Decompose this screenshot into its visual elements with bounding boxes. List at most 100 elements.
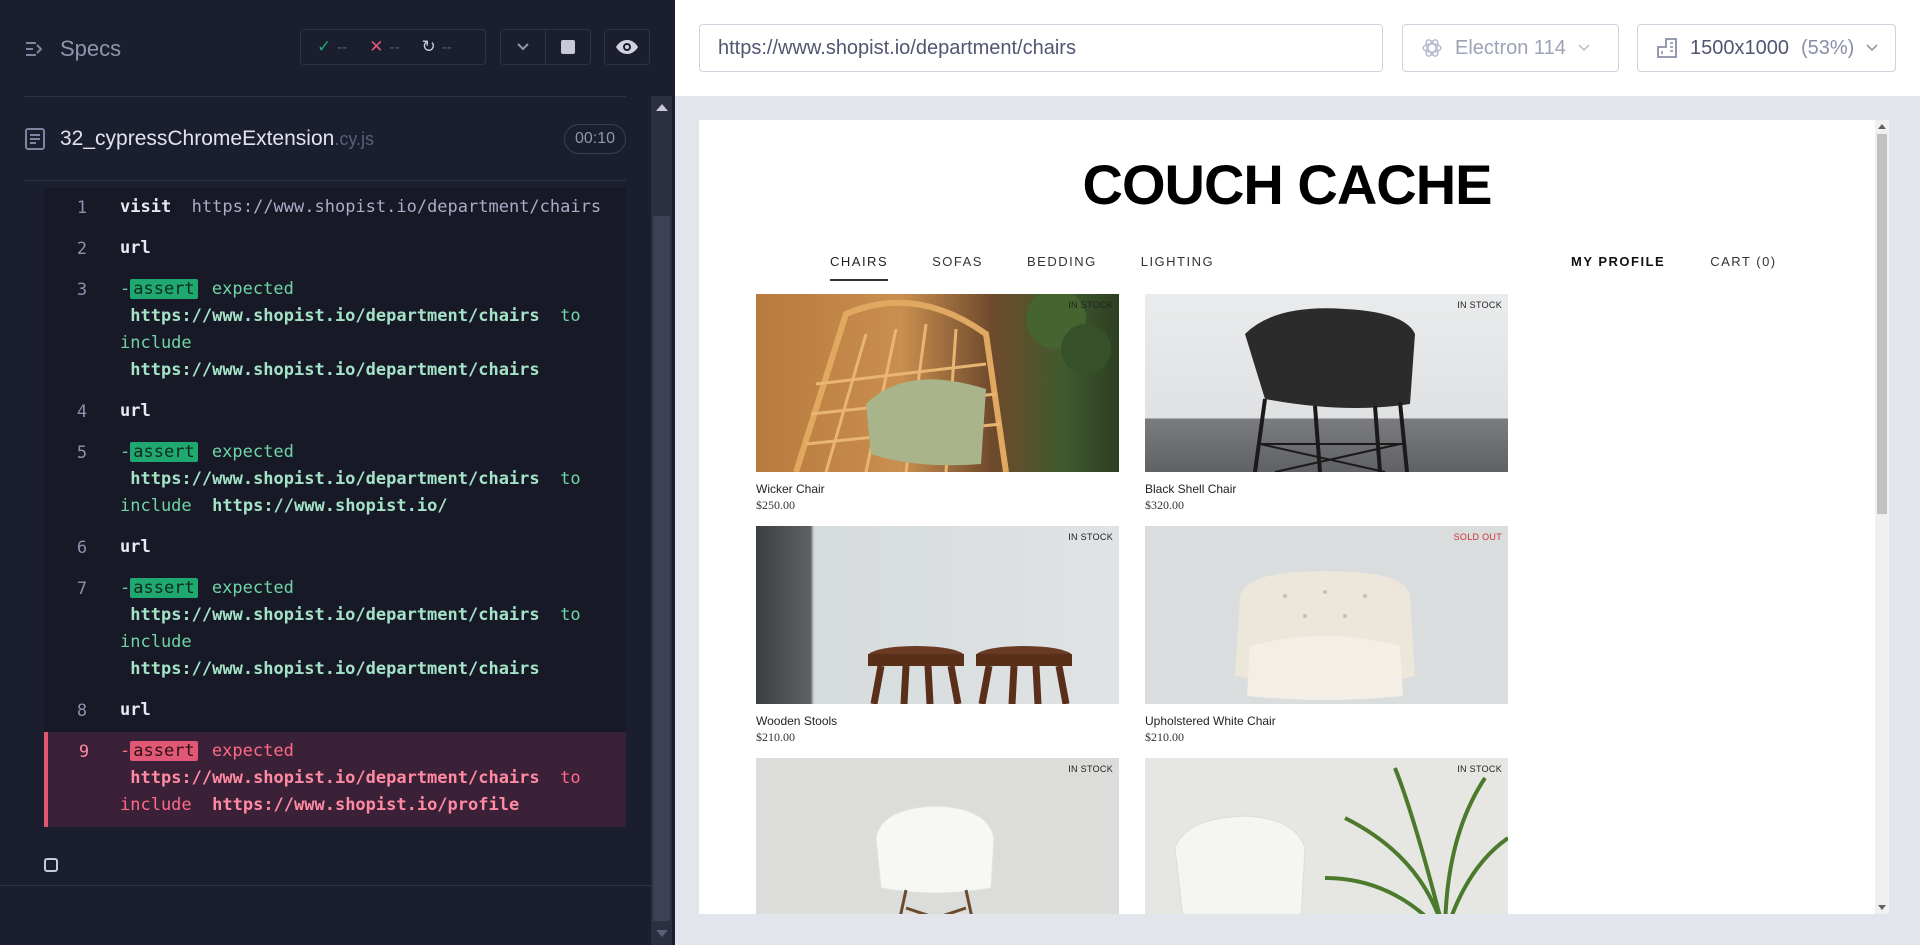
command-number: 9 [78, 742, 90, 762]
command-message: https://www.shopist.io/department/chairs [191, 197, 602, 217]
spec-file-ext: .cy.js [334, 128, 374, 149]
file-icon [25, 128, 45, 150]
scrollbar-thumb[interactable] [653, 216, 670, 921]
product-image[interactable]: IN STOCK [756, 294, 1119, 472]
nav-lighting[interactable]: LIGHTING [1141, 254, 1214, 281]
pending-stat: ↻ -- [421, 37, 452, 56]
command-name: url [120, 238, 151, 258]
divider [24, 96, 626, 97]
electron-icon [1422, 39, 1442, 57]
check-icon: ✓ [317, 37, 332, 56]
checkbox-icon[interactable] [44, 858, 58, 872]
stock-badge: SOLD OUT [1453, 532, 1502, 542]
aut-toolbar: https://www.shopist.io/department/chairs… [675, 0, 1920, 96]
specs-toggle-button[interactable]: Specs [24, 36, 121, 62]
wooden-stools-illustration [868, 646, 1072, 704]
product-image[interactable]: IN STOCK [756, 526, 1119, 704]
command-name: url [120, 700, 151, 720]
command-row[interactable]: 5 - assert expected https://www.shopist.i… [44, 433, 626, 528]
product-image[interactable]: SOLD OUT [1145, 526, 1508, 704]
command-row[interactable]: 4 url [44, 392, 626, 433]
passed-stat: ✓ -- [317, 37, 348, 56]
url-field[interactable]: https://www.shopist.io/department/chairs [699, 24, 1383, 72]
nav-sofas[interactable]: SOFAS [932, 254, 983, 281]
product-name[interactable]: Upholstered White Chair [1145, 714, 1508, 728]
reporter-scrollbar[interactable] [651, 96, 672, 945]
command-number: 3 [76, 280, 88, 300]
nav-bedding[interactable]: BEDDING [1027, 254, 1097, 281]
command-number: 6 [76, 538, 88, 558]
command-name: visit [120, 197, 172, 217]
expand-collapse-button[interactable] [500, 29, 546, 65]
product-name[interactable]: Wicker Chair [756, 482, 1119, 496]
divider [24, 180, 626, 181]
divider [0, 885, 660, 886]
my-profile-link[interactable]: MY PROFILE [1571, 254, 1665, 269]
ruler-icon [1657, 38, 1677, 58]
product-price: $250.00 [756, 498, 795, 512]
command-log: 1 visit https://www.shopist.io/departmen… [44, 188, 626, 827]
product-name[interactable]: Wooden Stools [756, 714, 1119, 728]
browser-selector[interactable]: Electron 114 [1402, 24, 1619, 72]
viewport-scale: (53%) [1800, 36, 1855, 59]
viewport-selector[interactable]: 1500x1000 (53%) [1637, 24, 1896, 72]
duration-badge: 00:10 [563, 124, 626, 154]
product-card[interactable]: SOLD OUT Upholstered White Chair $210.00 [1145, 526, 1508, 745]
account-nav: MY PROFILE CART (0) [1571, 254, 1777, 269]
stock-badge: IN STOCK [1068, 532, 1113, 542]
command-number: 1 [76, 198, 88, 218]
command-row[interactable]: 1 visit https://www.shopist.io/departmen… [44, 188, 626, 229]
stop-button[interactable] [545, 29, 591, 65]
aut-scrollbar[interactable] [1875, 120, 1889, 914]
product-name[interactable]: Black Shell Chair [1145, 482, 1508, 496]
product-image[interactable]: IN STOCK [756, 758, 1119, 914]
aut-panel: https://www.shopist.io/department/chairs… [675, 0, 1920, 945]
scroll-down-icon[interactable] [656, 930, 668, 937]
product-card[interactable]: IN STOCK [1145, 758, 1508, 914]
command-number: 5 [76, 443, 88, 463]
failed-stat: ✕ -- [369, 37, 400, 56]
test-stats: ✓ -- ✕ -- ↻ -- [300, 29, 486, 65]
scrollbar-thumb[interactable] [1877, 134, 1887, 514]
command-row[interactable]: 3 - assert expected https://www.shopist.i… [44, 270, 626, 392]
brand-logo[interactable]: COUCH CACHE [699, 152, 1875, 217]
viewport-size: 1500x1000 [1690, 36, 1789, 59]
stop-icon [561, 40, 575, 54]
command-row-failed[interactable]: 9 - assert expected https://www.shopist.i… [44, 732, 626, 827]
scroll-up-icon[interactable] [656, 104, 668, 111]
product-card[interactable]: IN STOCK Wooden Stools $210.00 [756, 526, 1119, 745]
command-number: 7 [76, 579, 88, 599]
selector-playground-button[interactable] [604, 29, 650, 65]
scroll-down-icon[interactable] [1878, 905, 1886, 910]
command-number: 8 [76, 701, 88, 721]
specs-list-icon [26, 42, 43, 56]
stock-badge: IN STOCK [1457, 764, 1502, 774]
stock-badge: IN STOCK [1068, 300, 1113, 310]
product-price: $210.00 [756, 730, 795, 744]
specs-label: Specs [60, 36, 122, 61]
spec-file-header: 32_cypressChromeExtension .cy.js 00:10 [24, 122, 626, 156]
stock-badge: IN STOCK [1457, 300, 1502, 310]
chevron-down-icon [517, 43, 529, 51]
department-nav: CHAIRS SOFAS BEDDING LIGHTING [830, 254, 1258, 281]
product-card[interactable]: IN STOCK Wicker Chair $250.00 [756, 294, 1119, 513]
product-card[interactable]: IN STOCK [756, 758, 1119, 914]
command-row[interactable]: 8 url [44, 691, 626, 732]
cart-link[interactable]: CART (0) [1710, 254, 1776, 269]
product-image[interactable]: IN STOCK [1145, 758, 1508, 914]
command-name: url [120, 401, 151, 421]
reporter-panel: Specs ✓ -- ✕ -- ↻ -- 32_cypressChromeExtens… [0, 0, 675, 945]
chair-with-plant-illustration [1174, 767, 1508, 914]
scroll-up-icon[interactable] [1878, 124, 1886, 129]
wicker-chair-illustration [793, 294, 1111, 472]
command-row[interactable]: 7 - assert expected https://www.shopist.i… [44, 569, 626, 691]
stock-badge: IN STOCK [1068, 764, 1113, 774]
command-row[interactable]: 2 url [44, 229, 626, 270]
product-card[interactable]: IN STOCK Black Shell Chair $320.00 [1145, 294, 1508, 513]
product-price: $320.00 [1145, 498, 1184, 512]
command-name: url [120, 537, 151, 557]
command-row[interactable]: 6 url [44, 528, 626, 569]
command-number: 4 [76, 402, 88, 422]
nav-chairs[interactable]: CHAIRS [830, 254, 889, 281]
product-image[interactable]: IN STOCK [1145, 294, 1508, 472]
